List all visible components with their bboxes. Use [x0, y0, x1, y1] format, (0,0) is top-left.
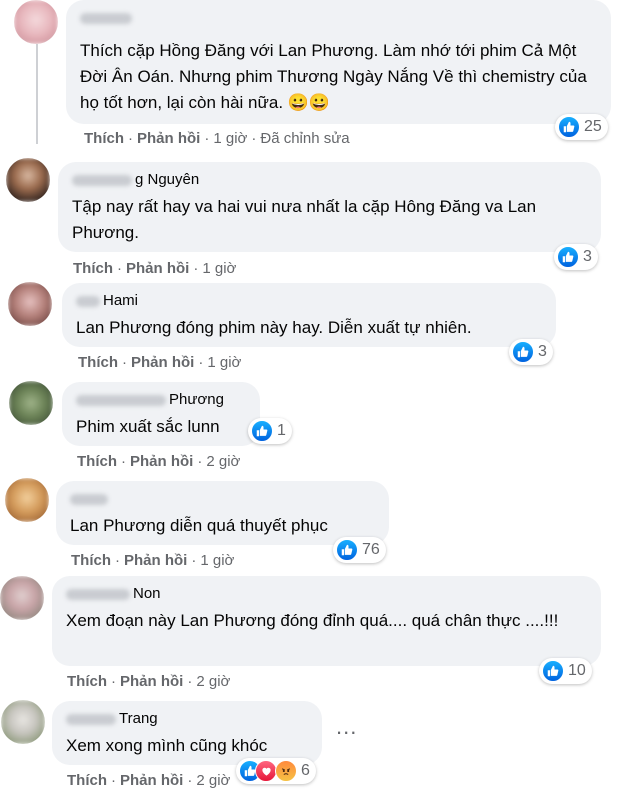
redacted-name [76, 394, 166, 406]
comment-author[interactable]: Hami [76, 291, 542, 311]
reaction-count[interactable]: 76 [333, 537, 386, 563]
reply-link[interactable]: Phản hồi [137, 130, 200, 147]
comment-text: Xem đoạn này Lan Phương đóng đỉnh quá...… [66, 611, 559, 630]
thumbs-up-icon [557, 246, 579, 268]
comment-text: Lan Phương đóng phim này hay. Diễn xuất … [76, 318, 472, 337]
avatar[interactable] [0, 576, 44, 620]
redacted-name [80, 12, 132, 24]
reply-link[interactable]: Phản hồi [120, 772, 183, 789]
comment-author[interactable]: Phương [76, 390, 246, 410]
comment-author[interactable] [80, 8, 597, 28]
comment-author[interactable]: Trang [66, 709, 308, 729]
edited-label[interactable]: Đã chỉnh sửa [260, 130, 349, 147]
comment-bubble: Thích cặp Hồng Đăng với Lan Phương. Làm … [66, 0, 611, 124]
redacted-name [72, 174, 132, 186]
comment-bubble: Phương Phim xuất sắc lunn [62, 382, 260, 446]
avatar[interactable] [8, 282, 52, 326]
thumbs-up-icon [558, 116, 580, 138]
comment-author[interactable] [70, 489, 375, 509]
redacted-name [66, 713, 116, 725]
comment-bubble: Non Xem đoạn này Lan Phương đóng đỉnh qu… [52, 576, 601, 666]
avatar[interactable] [1, 700, 45, 744]
timestamp[interactable]: 2 giờ [196, 772, 230, 789]
like-link[interactable]: Thích [77, 453, 117, 470]
timestamp[interactable]: 1 giờ [213, 130, 247, 147]
like-link[interactable]: Thích [73, 260, 113, 277]
angry-face-icon [275, 760, 297, 782]
reaction-count[interactable]: 6 [236, 758, 316, 784]
comment-actions: Thích · Phản hồi · 1 giờ · Đã chỉnh sửa [84, 130, 350, 147]
heart-icon [255, 760, 277, 782]
comment-actions: Thích · Phản hồi · 1 giờ [71, 552, 235, 569]
more-options-button[interactable]: ... [336, 716, 357, 738]
reaction-count[interactable]: 1 [248, 418, 292, 444]
redacted-name [76, 295, 100, 307]
reaction-count[interactable]: 3 [554, 244, 598, 270]
avatar[interactable] [6, 158, 50, 202]
reaction-count[interactable]: 10 [539, 658, 592, 684]
comment-bubble: Hami Lan Phương đóng phim này hay. Diễn … [62, 283, 556, 347]
thumbs-up-icon [251, 420, 273, 442]
thumbs-up-icon [336, 539, 358, 561]
comment-text: Xem xong mình cũng khóc [66, 736, 268, 755]
reply-link[interactable]: Phản hồi [130, 453, 193, 470]
like-link[interactable]: Thích [67, 673, 107, 690]
reaction-count[interactable]: 25 [555, 114, 608, 140]
like-link[interactable]: Thích [78, 354, 118, 371]
avatar[interactable] [9, 381, 53, 425]
reaction-count[interactable]: 3 [509, 339, 553, 365]
comment-author[interactable]: Non [66, 584, 587, 604]
avatar[interactable] [5, 478, 49, 522]
thumbs-up-icon [542, 660, 564, 682]
comment-bubble: g Nguyên Tập nay rất hay va hai vui nưa … [58, 162, 601, 252]
comment-text: Thích cặp Hồng Đăng với Lan Phương. Làm … [80, 41, 587, 112]
comment-actions: Thích · Phản hồi · 1 giờ [78, 354, 242, 371]
comment-bubble: Lan Phương diễn quá thuyết phục [56, 481, 389, 545]
reply-link[interactable]: Phản hồi [120, 673, 183, 690]
comment-actions: Thích · Phản hồi · 1 giờ [73, 260, 237, 277]
comment-text: Phim xuất sắc lunn [76, 417, 220, 436]
like-link[interactable]: Thích [71, 552, 111, 569]
comment-actions: Thích · Phản hồi · 2 giờ [67, 673, 231, 690]
comment-actions: Thích · Phản hồi · 2 giờ [67, 772, 231, 789]
comment-actions: Thích · Phản hồi · 2 giờ [77, 453, 241, 470]
timestamp[interactable]: 2 giờ [206, 453, 240, 470]
like-link[interactable]: Thích [67, 772, 107, 789]
comment-bubble: Trang Xem xong mình cũng khóc [52, 701, 322, 765]
timestamp[interactable]: 1 giờ [202, 260, 236, 277]
timestamp[interactable]: 1 giờ [207, 354, 241, 371]
comment-author[interactable]: g Nguyên [72, 170, 587, 190]
redacted-name [70, 493, 108, 505]
reply-link[interactable]: Phản hồi [124, 552, 187, 569]
reply-link[interactable]: Phản hồi [126, 260, 189, 277]
timestamp[interactable]: 1 giờ [200, 552, 234, 569]
comment-text: Lan Phương diễn quá thuyết phục [70, 516, 328, 535]
reply-link[interactable]: Phản hồi [131, 354, 194, 371]
avatar[interactable] [14, 0, 58, 44]
thumbs-up-icon [512, 341, 534, 363]
redacted-name [66, 588, 130, 600]
comment-text: Tập nay rất hay va hai vui nưa nhất la c… [72, 197, 537, 242]
thread-line [36, 44, 38, 144]
timestamp[interactable]: 2 giờ [196, 673, 230, 690]
like-link[interactable]: Thích [84, 130, 124, 147]
